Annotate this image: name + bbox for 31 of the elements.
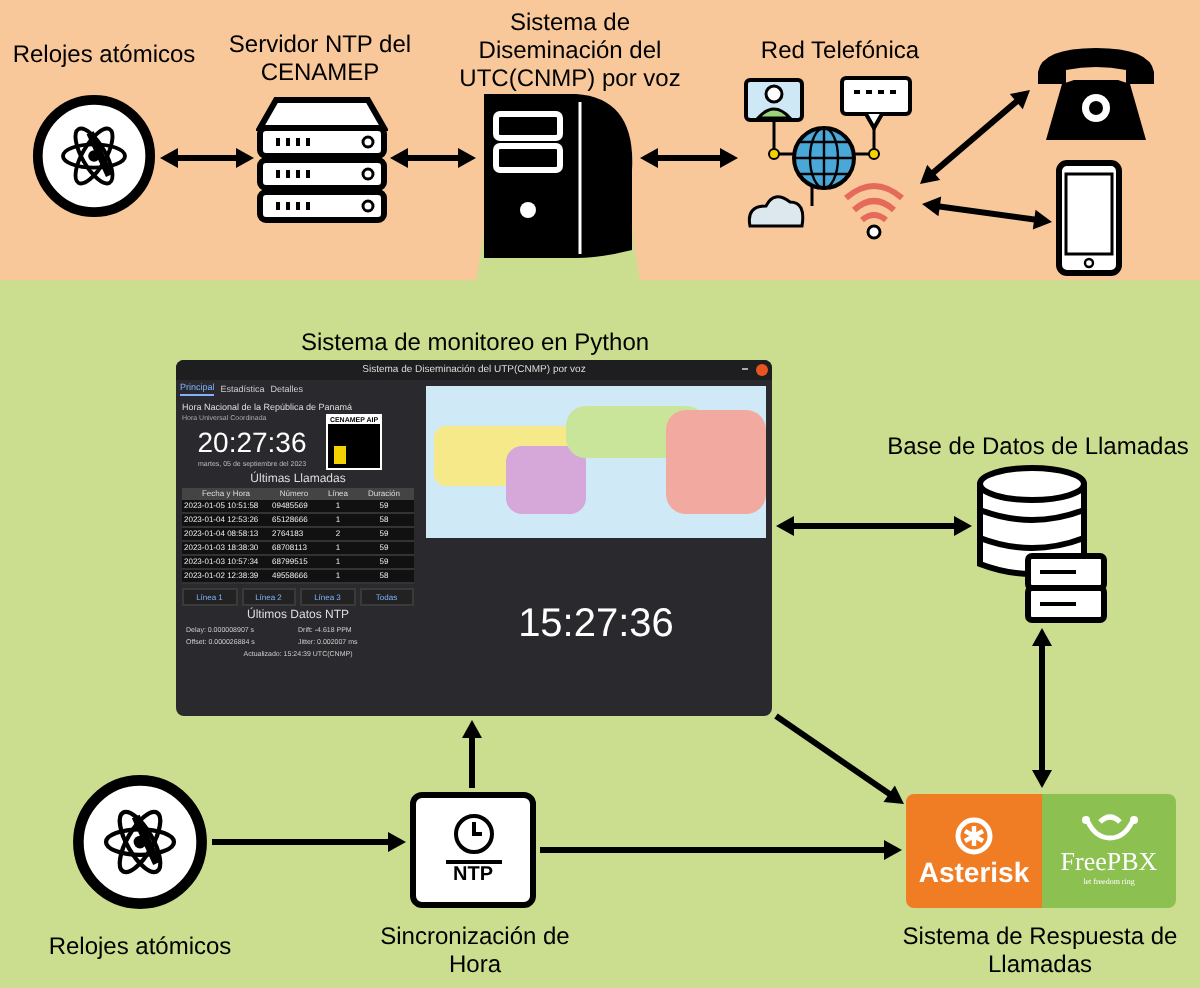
arrow bbox=[774, 713, 904, 804]
node-label: Sistema de Respuesta de Llamadas bbox=[900, 922, 1180, 978]
computer-tower-icon bbox=[480, 90, 636, 262]
minimize-icon bbox=[742, 368, 748, 370]
double-arrow bbox=[920, 90, 1030, 184]
utc-time: 15:27:36 bbox=[516, 600, 676, 650]
node-label: Relojes atómicos bbox=[46, 932, 234, 960]
freepbx-text: FreePBX bbox=[1060, 846, 1158, 876]
telephone-icon bbox=[1034, 44, 1158, 144]
database-icon bbox=[976, 464, 1108, 624]
double-arrow bbox=[922, 196, 1052, 230]
node-label: Red Telefónica bbox=[758, 36, 922, 64]
ntp-text: NTP bbox=[445, 860, 501, 888]
clock-icon bbox=[451, 812, 495, 856]
server-rack-icon bbox=[256, 96, 388, 224]
local-time: 20:27:36 bbox=[195, 424, 309, 460]
atom-icon bbox=[72, 774, 208, 910]
asterisk-text: Asterisk bbox=[918, 855, 1030, 887]
double-arrow bbox=[160, 148, 254, 168]
node-label: Sincronización de Hora bbox=[378, 922, 572, 978]
double-arrow bbox=[640, 148, 738, 168]
asterisk-icon bbox=[952, 815, 996, 855]
double-arrow bbox=[390, 148, 476, 168]
node-label: Servidor NTP del CENAMEP bbox=[226, 30, 414, 86]
node-label: Relojes atómicos bbox=[10, 40, 198, 68]
node-label: Sistema de Diseminación del UTC(CNMP) por voz bbox=[457, 8, 683, 92]
node-label: Base de Datos de Llamadas bbox=[885, 432, 1191, 460]
close-button[interactable] bbox=[756, 364, 768, 376]
smartphone-icon bbox=[1056, 160, 1122, 276]
diagram-caption: Sistema de monitoreo en Python bbox=[300, 328, 650, 356]
arrow bbox=[462, 720, 482, 788]
